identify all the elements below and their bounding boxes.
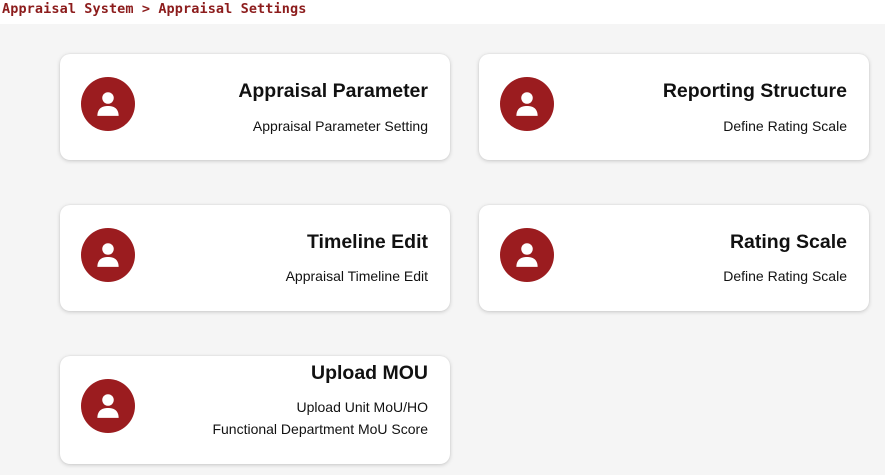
user-icon: [81, 77, 135, 131]
user-icon: [500, 228, 554, 282]
card-title: Appraisal Parameter: [238, 80, 428, 102]
timeline-edit-card[interactable]: Timeline Edit Appraisal Timeline Edit: [60, 205, 450, 311]
card-subtitle: Define Rating Scale: [723, 118, 847, 134]
reporting-structure-card[interactable]: Reporting Structure Define Rating Scale: [479, 54, 869, 160]
user-icon: [81, 228, 135, 282]
card-title: Rating Scale: [729, 231, 847, 253]
card-subtitle: Appraisal Parameter Setting: [252, 118, 428, 134]
breadcrumb[interactable]: Appraisal System > Appraisal Settings: [2, 1, 306, 17]
appraisal-parameter-card[interactable]: Appraisal Parameter Appraisal Parameter …: [60, 54, 450, 160]
card-title: Timeline Edit: [307, 231, 428, 253]
card-subtitle: Functional Department MoU Score: [212, 421, 428, 437]
card-title: Upload MOU: [311, 362, 428, 384]
user-icon: [500, 77, 554, 131]
top-bar: Appraisal System > Appraisal Settings: [0, 0, 885, 24]
card-subtitle: Appraisal Timeline Edit: [285, 268, 428, 284]
rating-scale-card[interactable]: Rating Scale Define Rating Scale: [479, 205, 869, 311]
upload-mou-card[interactable]: Upload MOU Upload Unit MoU/HO Functional…: [60, 356, 450, 464]
card-subtitle: Define Rating Scale: [723, 268, 847, 284]
card-title: Reporting Structure: [662, 80, 847, 102]
user-icon: [81, 379, 135, 433]
card-subtitle: Upload Unit MoU/HO: [296, 399, 429, 415]
